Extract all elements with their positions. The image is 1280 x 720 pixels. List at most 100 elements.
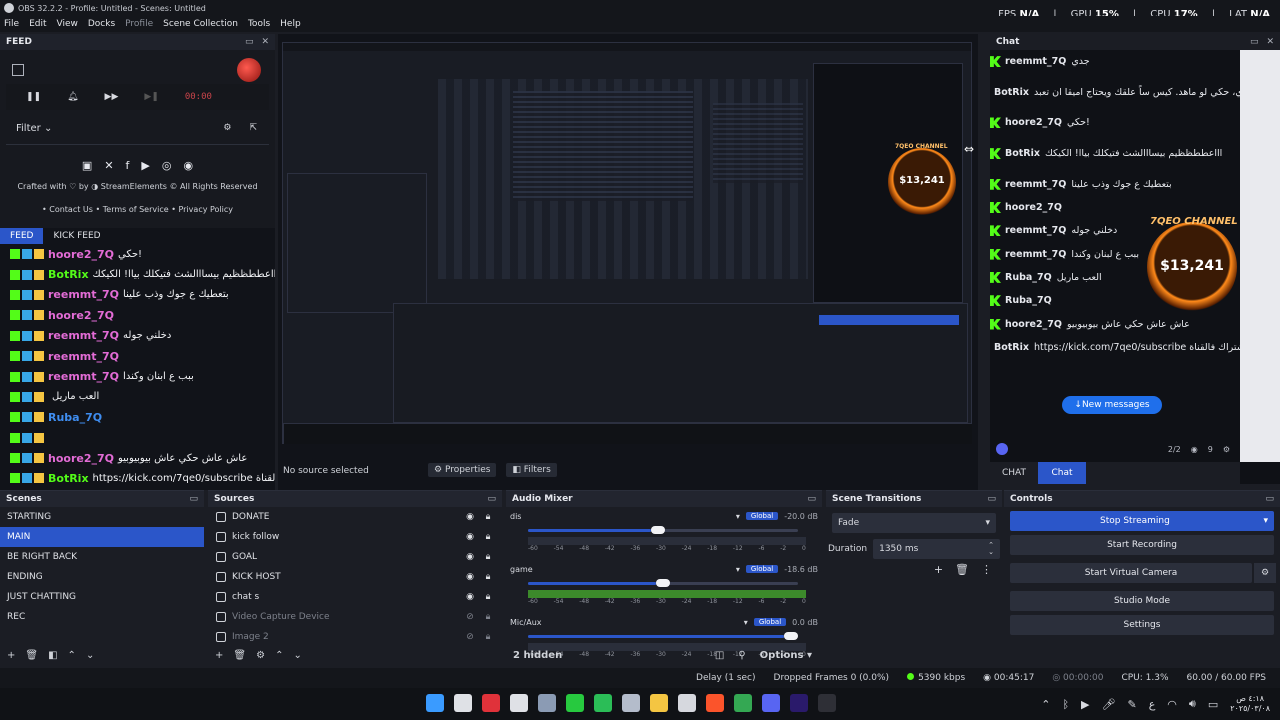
app-green-icon[interactable] <box>566 694 584 712</box>
source-item[interactable]: Video Capture Device ⊘ 🔒︎ <box>208 607 502 627</box>
sidebar-toggle-icon[interactable] <box>12 64 24 76</box>
privacy-link[interactable]: Privacy Policy <box>178 205 233 214</box>
up-icon[interactable]: ⌃ <box>275 650 283 661</box>
undock-icon[interactable]: ▭ <box>245 37 254 47</box>
bell-icon[interactable]: 🔔︎ <box>67 92 78 102</box>
menu-tools[interactable]: Tools <box>248 19 270 29</box>
link-icon[interactable]: ⚲ <box>738 650 745 661</box>
trash-icon[interactable]: 🗑︎ <box>955 563 969 576</box>
menu-edit[interactable]: Edit <box>29 19 46 29</box>
gear-icon[interactable]: ⚙ <box>256 650 265 661</box>
chevron-down-icon[interactable]: ▾ <box>736 512 740 521</box>
scene-item[interactable]: JUST CHATTING <box>0 587 204 607</box>
lock-icon[interactable]: 🔒︎ <box>482 612 494 622</box>
wifi-icon[interactable]: ◠ <box>1167 698 1177 711</box>
lock-icon[interactable]: 🔒︎ <box>482 512 494 522</box>
transition-select[interactable]: Fade ▾ <box>832 513 996 533</box>
chat-username[interactable]: BotRix <box>994 342 1029 353</box>
skip-end-icon[interactable]: ▶❚ <box>144 92 158 102</box>
layout-icon[interactable]: ◫ <box>715 650 724 661</box>
lock-icon[interactable]: 🔒︎ <box>482 552 494 562</box>
add-icon[interactable]: + <box>215 650 223 661</box>
app-red-icon[interactable] <box>482 694 500 712</box>
settings-button[interactable]: Settings <box>1010 615 1274 635</box>
instagram-icon[interactable]: ◎ <box>162 159 172 172</box>
source-item[interactable]: Image 2 ⊘ 🔒︎ <box>208 627 502 647</box>
source-item[interactable]: chat s ◉ 🔒︎ <box>208 587 502 607</box>
lang-icon[interactable]: ع <box>1149 698 1156 711</box>
menu-help[interactable]: Help <box>280 19 301 29</box>
gear-icon[interactable]: ⚙ <box>1223 445 1230 454</box>
eye-icon[interactable]: ◉ <box>464 592 476 602</box>
scene-item[interactable]: REC <box>0 607 204 627</box>
gear-icon[interactable]: ⚙ <box>223 123 231 133</box>
trash-icon[interactable]: 🗑︎ <box>25 650 38 661</box>
undock-icon[interactable]: ▭ <box>987 494 996 504</box>
down-icon[interactable]: ⌄ <box>86 650 94 661</box>
windows-start-icon[interactable] <box>426 694 444 712</box>
options-dropdown[interactable]: Options ▾ <box>760 650 812 661</box>
play-icon[interactable]: ▶ <box>1081 698 1089 711</box>
stop-streaming-button[interactable]: Stop Streaming ▾ <box>1010 511 1274 531</box>
source-item[interactable]: GOAL ◉ 🔒︎ <box>208 547 502 567</box>
discord-icon[interactable] <box>762 694 780 712</box>
obs-icon[interactable] <box>818 694 836 712</box>
lock-icon[interactable]: 🔒︎ <box>482 592 494 602</box>
app-gear-icon[interactable] <box>678 694 696 712</box>
source-item[interactable]: kick follow ◉ 🔒︎ <box>208 527 502 547</box>
duration-spinbox[interactable]: 1350 ms ⌃ ⌄ <box>873 539 1000 559</box>
lock-icon[interactable]: 🔒︎ <box>482 632 494 642</box>
chat-username[interactable]: Ruba_7Q <box>1005 272 1052 283</box>
trash-icon[interactable]: 🗑︎ <box>233 650 246 661</box>
start-recording-button[interactable]: Start Recording <box>1010 535 1274 555</box>
undock-icon[interactable]: ▭ <box>1265 494 1274 504</box>
skip-icon[interactable]: ▶▶ <box>105 92 119 102</box>
chat-username[interactable]: reemmt_7Q <box>1005 56 1066 67</box>
volume-icon[interactable]: 🔊︎ <box>1189 697 1196 711</box>
discord-icon[interactable]: ◉ <box>183 159 193 172</box>
start-virtual-camera-button[interactable]: Start Virtual Camera <box>1010 563 1252 583</box>
chat-username[interactable]: Ruba_7Q <box>1005 295 1052 306</box>
premiere-icon[interactable] <box>790 694 808 712</box>
contact-link[interactable]: Contact Us <box>49 205 93 214</box>
chat-username[interactable]: BotRix <box>1005 148 1040 159</box>
chrome-icon[interactable] <box>734 694 752 712</box>
settings-app-icon[interactable] <box>538 694 556 712</box>
tab-kick-feed[interactable]: KICK FEED <box>43 228 110 244</box>
scene-item[interactable]: STARTING <box>0 507 204 527</box>
chat-username[interactable]: hoore2_7Q <box>1005 117 1062 128</box>
menu-docks[interactable]: Docks <box>88 19 115 29</box>
undock-icon[interactable]: ▭ <box>1250 37 1259 47</box>
resize-handle-icon[interactable]: ⇔ <box>964 142 974 156</box>
filter-dropdown[interactable]: Filter ⌄ <box>6 123 52 134</box>
app-tool-icon[interactable] <box>622 694 640 712</box>
x-icon[interactable]: ✕ <box>104 159 113 172</box>
external-link-icon[interactable]: ⇱ <box>249 123 257 133</box>
down-icon[interactable]: ⌄ <box>293 650 301 661</box>
scene-item[interactable]: MAIN <box>0 527 204 547</box>
battery-icon[interactable]: ▭ <box>1208 698 1218 711</box>
chevron-down-icon[interactable]: ▾ <box>1263 516 1268 526</box>
eye-icon[interactable]: ⊘ <box>464 612 476 622</box>
undock-icon[interactable]: ▭ <box>807 494 816 504</box>
mic-icon[interactable]: 🎤︎ <box>1102 698 1116 711</box>
tab-chat[interactable]: Chat <box>1038 462 1086 484</box>
volume-slider[interactable] <box>528 525 798 535</box>
chat-username[interactable]: hoore2_7Q <box>1005 319 1062 330</box>
chat-username[interactable]: reemmt_7Q <box>1005 225 1066 236</box>
more-icon[interactable]: ⋮ <box>981 563 992 576</box>
chat-username[interactable]: BotRix <box>994 87 1029 98</box>
undock-icon[interactable]: ▭ <box>189 494 198 504</box>
new-messages-button[interactable]: ↓ New messages <box>1062 396 1162 414</box>
filters-button[interactable]: ◧ Filters <box>506 463 557 477</box>
lock-icon[interactable]: 🔒︎ <box>482 532 494 542</box>
close-icon[interactable]: ✕ <box>1266 37 1274 47</box>
chat-username[interactable]: reemmt_7Q <box>1005 249 1066 260</box>
tab-feed[interactable]: FEED <box>0 228 44 244</box>
facebook-icon[interactable]: f <box>126 159 130 172</box>
volume-slider[interactable] <box>528 578 798 588</box>
close-icon[interactable]: ✕ <box>261 37 269 47</box>
eye-icon[interactable]: ◉ <box>464 552 476 562</box>
file-explorer-icon[interactable] <box>650 694 668 712</box>
menu-profile[interactable]: Profile <box>125 19 153 29</box>
